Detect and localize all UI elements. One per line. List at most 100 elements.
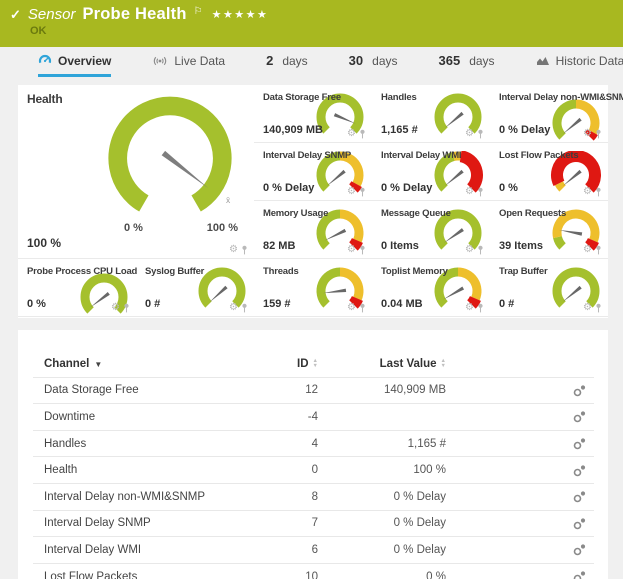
gear-icon[interactable]: ⚙ bbox=[465, 129, 474, 139]
table-row-interval-delay-non-wmi-snmp[interactable]: Interval Delay non-WMI&SNMP80 % Delay bbox=[33, 484, 594, 511]
cell-channel: Data Storage Free bbox=[33, 384, 258, 396]
tab-label: days bbox=[372, 54, 397, 68]
column-header-last-value[interactable]: Last Value▲▼ bbox=[318, 358, 446, 370]
pin-icon[interactable] bbox=[595, 129, 602, 139]
priority-stars[interactable]: ★★★★★ bbox=[212, 8, 269, 21]
gauge-probe-process-cpu-load[interactable] bbox=[76, 273, 132, 323]
pin-icon[interactable] bbox=[241, 245, 248, 255]
pin-icon[interactable] bbox=[359, 129, 366, 139]
pin-icon[interactable] bbox=[359, 303, 366, 313]
tab-number: 30 bbox=[349, 53, 363, 68]
channel-settings-icon[interactable] bbox=[573, 410, 586, 423]
gauge-cell-icons: ⚙ bbox=[111, 303, 130, 313]
tab-overview[interactable]: Overview bbox=[38, 47, 111, 77]
gear-icon[interactable]: ⚙ bbox=[347, 129, 356, 139]
gauge-title: Health bbox=[27, 92, 62, 106]
gear-icon[interactable]: ⚙ bbox=[229, 303, 238, 313]
sensor-header: ✓ Sensor Probe Health ⚐ ★★★★★ OK bbox=[0, 0, 623, 47]
gear-icon[interactable]: ⚙ bbox=[583, 129, 592, 139]
gauge-cell-icons: ⚙ bbox=[347, 303, 366, 313]
pin-icon[interactable] bbox=[359, 245, 366, 255]
gear-icon[interactable]: ⚙ bbox=[347, 303, 356, 313]
cell-last-value: 0 % Delay bbox=[318, 517, 446, 529]
tab-365-days[interactable]: 365 days bbox=[439, 47, 495, 77]
gauge-cell-interval-delay-wmi: Interval Delay WMI0 % Delay⚙ bbox=[372, 143, 490, 201]
gauge-title: Handles bbox=[381, 92, 417, 103]
svg-text:x̄: x̄ bbox=[226, 195, 231, 205]
table-row-interval-delay-snmp[interactable]: Interval Delay SNMP70 % Delay bbox=[33, 511, 594, 538]
gear-icon[interactable]: ⚙ bbox=[465, 187, 474, 197]
channel-settings-icon[interactable] bbox=[573, 570, 586, 579]
pin-icon[interactable] bbox=[595, 245, 602, 255]
gauge-value: 39 Items bbox=[499, 240, 543, 252]
gauge-grid: Health x̄ 0 % 100 % 100 % ⚙ Data Storage… bbox=[18, 85, 608, 318]
channel-settings-icon[interactable] bbox=[573, 437, 586, 450]
gear-icon[interactable]: ⚙ bbox=[583, 187, 592, 197]
channel-settings-icon[interactable] bbox=[573, 464, 586, 477]
tab-30-days[interactable]: 30 days bbox=[349, 47, 398, 77]
gauge-title: Interval Delay non-WMI&SNMP bbox=[499, 92, 623, 103]
gauge-title: Lost Flow Packets bbox=[499, 150, 578, 161]
column-header-channel[interactable]: Channel▼ bbox=[33, 358, 258, 370]
gear-icon[interactable]: ⚙ bbox=[347, 187, 356, 197]
tab-2-days[interactable]: 2 days bbox=[266, 47, 308, 77]
gauge-title: Open Requests bbox=[499, 208, 566, 219]
tab-historic-data[interactable]: Historic Data bbox=[536, 47, 623, 77]
gauge-value: 100 % bbox=[27, 236, 61, 250]
gear-icon[interactable]: ⚙ bbox=[583, 245, 592, 255]
column-label: Last Value bbox=[380, 358, 437, 370]
gauge-cell-icons: ⚙ bbox=[465, 303, 484, 313]
pin-icon[interactable] bbox=[477, 245, 484, 255]
gauge-health[interactable]: x̄ bbox=[100, 91, 240, 231]
cell-channel: Downtime bbox=[33, 411, 258, 423]
table-row-interval-delay-wmi[interactable]: Interval Delay WMI60 % Delay bbox=[33, 537, 594, 564]
gauge-cell-icons: ⚙ bbox=[347, 187, 366, 197]
gauge-title: Data Storage Free bbox=[263, 92, 341, 103]
channel-settings-icon[interactable] bbox=[573, 384, 586, 397]
flag-icon[interactable]: ⚐ bbox=[194, 6, 203, 17]
pin-icon[interactable] bbox=[241, 303, 248, 313]
gauge-title: Threads bbox=[263, 266, 299, 277]
table-row-lost-flow-packets[interactable]: Lost Flow Packets100 % bbox=[33, 564, 594, 579]
table-row-downtime[interactable]: Downtime-4 bbox=[33, 404, 594, 431]
gear-icon[interactable]: ⚙ bbox=[465, 303, 474, 313]
table-row-data-storage-free[interactable]: Data Storage Free12140,909 MB bbox=[33, 378, 594, 405]
cell-channel: Interval Delay SNMP bbox=[33, 517, 258, 529]
channel-settings-icon[interactable] bbox=[573, 490, 586, 503]
channel-settings-icon[interactable] bbox=[573, 543, 586, 556]
channel-settings-icon[interactable] bbox=[573, 517, 586, 530]
gauge-cell-lost-flow-packets: Lost Flow Packets0 %⚙ bbox=[490, 143, 608, 201]
gauge-cell-syslog-buffer: Syslog Buffer0 #⚙ bbox=[136, 259, 254, 317]
column-header-id[interactable]: ID▲▼ bbox=[258, 358, 318, 370]
gauge-title: Memory Usage bbox=[263, 208, 328, 219]
gear-icon[interactable]: ⚙ bbox=[229, 245, 238, 255]
pin-icon[interactable] bbox=[477, 187, 484, 197]
gear-icon[interactable]: ⚙ bbox=[347, 245, 356, 255]
cell-id: 6 bbox=[258, 544, 318, 556]
tab-label: Live Data bbox=[174, 54, 225, 68]
gauge-cell-memory-usage: Memory Usage 82 MB ⚙ bbox=[254, 201, 372, 259]
pin-icon[interactable] bbox=[595, 303, 602, 313]
channels-table: Channel▼ ID▲▼ Last Value▲▼ Data Storage … bbox=[33, 351, 594, 579]
gear-icon[interactable]: ⚙ bbox=[583, 303, 592, 313]
gauge-interval-delay-non-wmi-snmp[interactable] bbox=[548, 99, 604, 149]
tab-live-data[interactable]: Live Data bbox=[152, 47, 225, 77]
pin-icon[interactable] bbox=[123, 303, 130, 313]
gauge-title: Message Queue bbox=[381, 208, 451, 219]
pin-icon[interactable] bbox=[477, 129, 484, 139]
pin-icon[interactable] bbox=[477, 303, 484, 313]
table-row-handles[interactable]: Handles41,165 # bbox=[33, 431, 594, 458]
cell-channel: Handles bbox=[33, 438, 258, 450]
gauge-title: Interval Delay SNMP bbox=[263, 150, 351, 161]
gear-icon[interactable]: ⚙ bbox=[465, 245, 474, 255]
channels-panel: Channel▼ ID▲▼ Last Value▲▼ Data Storage … bbox=[18, 330, 608, 579]
gauge-cell-icons: ⚙ bbox=[347, 129, 366, 139]
pin-icon[interactable] bbox=[595, 187, 602, 197]
table-body: Data Storage Free12140,909 MBDowntime-4H… bbox=[33, 378, 594, 579]
pin-icon[interactable] bbox=[359, 187, 366, 197]
gauge-title: Interval Delay WMI bbox=[381, 150, 461, 161]
gauge-value: 1,165 # bbox=[381, 124, 418, 136]
gauge-value: 82 MB bbox=[263, 240, 295, 252]
table-row-health[interactable]: Health0100 % bbox=[33, 457, 594, 484]
gear-icon[interactable]: ⚙ bbox=[111, 303, 120, 313]
